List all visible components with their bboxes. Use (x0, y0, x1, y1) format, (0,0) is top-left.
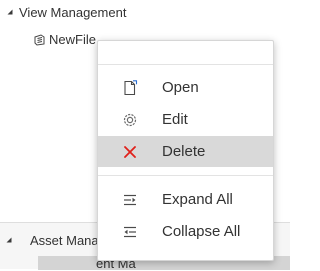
collapse-arrow-icon[interactable] (3, 5, 17, 19)
menu-item-delete[interactable]: Delete (98, 136, 273, 167)
menu-item-label: Collapse All (162, 223, 241, 240)
expand-all-icon (122, 192, 138, 208)
tree-item-label: Asset Manag (30, 232, 106, 248)
tree-item-label: NewFile (49, 31, 96, 47)
menu-item-label: Open (162, 79, 199, 96)
menu-item-label: Edit (162, 111, 188, 128)
collapse-arrow-icon[interactable] (2, 233, 16, 247)
menu-item-label: Expand All (162, 191, 233, 208)
menu-item-label: Delete (162, 143, 206, 160)
menu-separator (98, 64, 273, 65)
menu-item-edit[interactable]: Edit (98, 104, 273, 135)
gear-icon (122, 112, 138, 128)
menu-separator (98, 175, 273, 176)
menu-item-collapse-all[interactable]: Collapse All (98, 216, 273, 247)
file-icon (32, 32, 46, 46)
tree-item-label: View Management (19, 4, 127, 20)
menu-item-expand-all[interactable]: Expand All (98, 184, 273, 215)
collapse-all-icon (122, 224, 138, 240)
close-icon (122, 144, 138, 160)
open-file-icon (122, 79, 138, 96)
tree-item-view-management[interactable]: View Management (0, 1, 290, 23)
context-menu: Open Edit Delete Expand All Collapse All (97, 40, 274, 261)
menu-item-open[interactable]: Open (98, 72, 273, 103)
